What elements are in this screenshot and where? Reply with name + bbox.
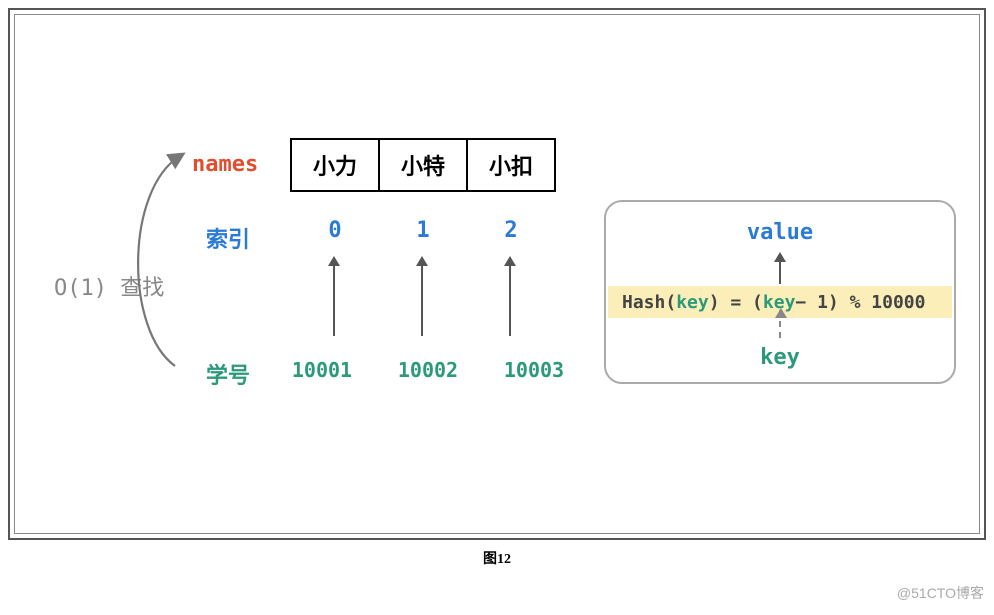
lookup-complexity-label: O(1) 查找 (54, 270, 164, 302)
array-cell: 小力 (290, 138, 380, 192)
index-label: 索引 (206, 222, 250, 254)
key-label: key (606, 345, 954, 370)
student-id-value: 10003 (490, 358, 578, 382)
names-label: names (192, 152, 258, 177)
student-id-value: 10002 (384, 358, 472, 382)
index-value: 1 (378, 218, 468, 243)
index-row: 0 1 2 (290, 218, 556, 243)
index-value: 0 (290, 218, 380, 243)
arrow-dashed-up-icon (779, 310, 781, 338)
student-id-row: 10001 10002 10003 (278, 358, 578, 382)
formula-key: key (676, 292, 709, 313)
student-id-label: 学号 (206, 358, 250, 390)
formula-text: Hash( (622, 292, 676, 313)
arrow-up-icon (509, 258, 511, 336)
student-id-value: 10001 (278, 358, 366, 382)
arrow-up-icon (421, 258, 423, 336)
figure-caption: 图12 (0, 548, 994, 568)
index-value: 2 (466, 218, 556, 243)
arrow-up-icon (779, 254, 781, 284)
watermark-text: @51CTO博客 (897, 583, 984, 603)
arrow-up-icon (333, 258, 335, 336)
formula-text: − 1) % 10000 (795, 292, 925, 313)
array-cell: 小特 (378, 138, 468, 192)
formula-text: ) = ( (709, 292, 763, 313)
array-cell: 小扣 (466, 138, 556, 192)
hash-function-box: value Hash(key) = (key − 1) % 10000 key (604, 200, 956, 384)
names-array: 小力 小特 小扣 (290, 138, 556, 192)
value-label: value (606, 220, 954, 245)
